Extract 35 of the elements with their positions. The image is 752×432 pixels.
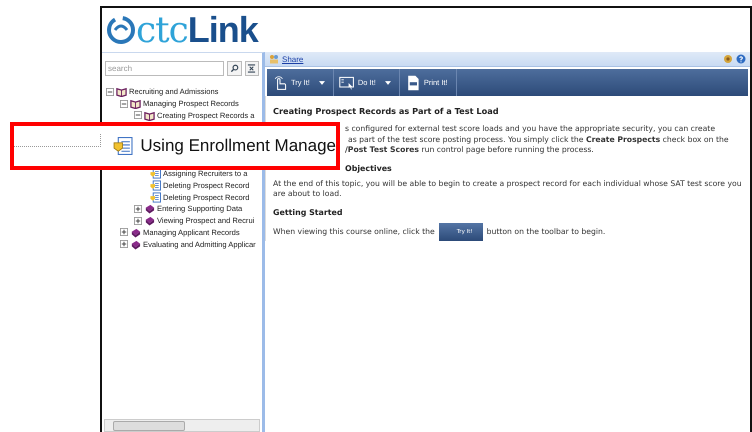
document-icon (150, 192, 161, 203)
expand-toggle-icon[interactable] (120, 228, 128, 236)
book-icon (130, 238, 141, 250)
open-book-icon (116, 86, 127, 98)
open-book-icon (130, 98, 141, 110)
topic-title: Creating Prospect Records as Part of a Test Load (273, 106, 500, 116)
tree-item-label: Using Enrollment Manage (140, 136, 336, 156)
expand-toggle-icon[interactable] (134, 204, 142, 213)
document-icon (113, 135, 134, 157)
open-book-icon (144, 110, 155, 121)
expand-toggle-icon[interactable] (134, 216, 142, 225)
document-icon (150, 180, 161, 192)
search-icon (230, 64, 239, 73)
help-icon[interactable] (736, 54, 746, 64)
collapse-toggle-icon[interactable] (120, 100, 128, 108)
collapse-toggle-icon[interactable] (134, 111, 142, 120)
caret-icon[interactable] (384, 80, 391, 84)
people-icon (269, 54, 279, 64)
horizontal-scrollbar[interactable] (104, 419, 260, 432)
search-field[interactable]: search (105, 61, 224, 76)
collapse-toggle-icon[interactable] (106, 88, 114, 96)
swirl-logo-icon (106, 15, 136, 45)
book-icon (144, 203, 155, 214)
expand-toggle-icon[interactable] (120, 240, 128, 248)
logo-text: ctcLink (136, 12, 258, 48)
collapse-all-icon (247, 64, 256, 73)
book-icon (130, 226, 141, 238)
gear-icon[interactable] (723, 54, 733, 64)
screen-cursor-icon (338, 74, 355, 90)
book-icon (144, 215, 155, 226)
collapse-button[interactable] (244, 61, 259, 76)
share-link[interactable]: Share (282, 54, 304, 64)
search-button[interactable] (227, 61, 242, 76)
hand-pointer-icon (272, 74, 288, 90)
caret-icon[interactable] (318, 80, 325, 84)
